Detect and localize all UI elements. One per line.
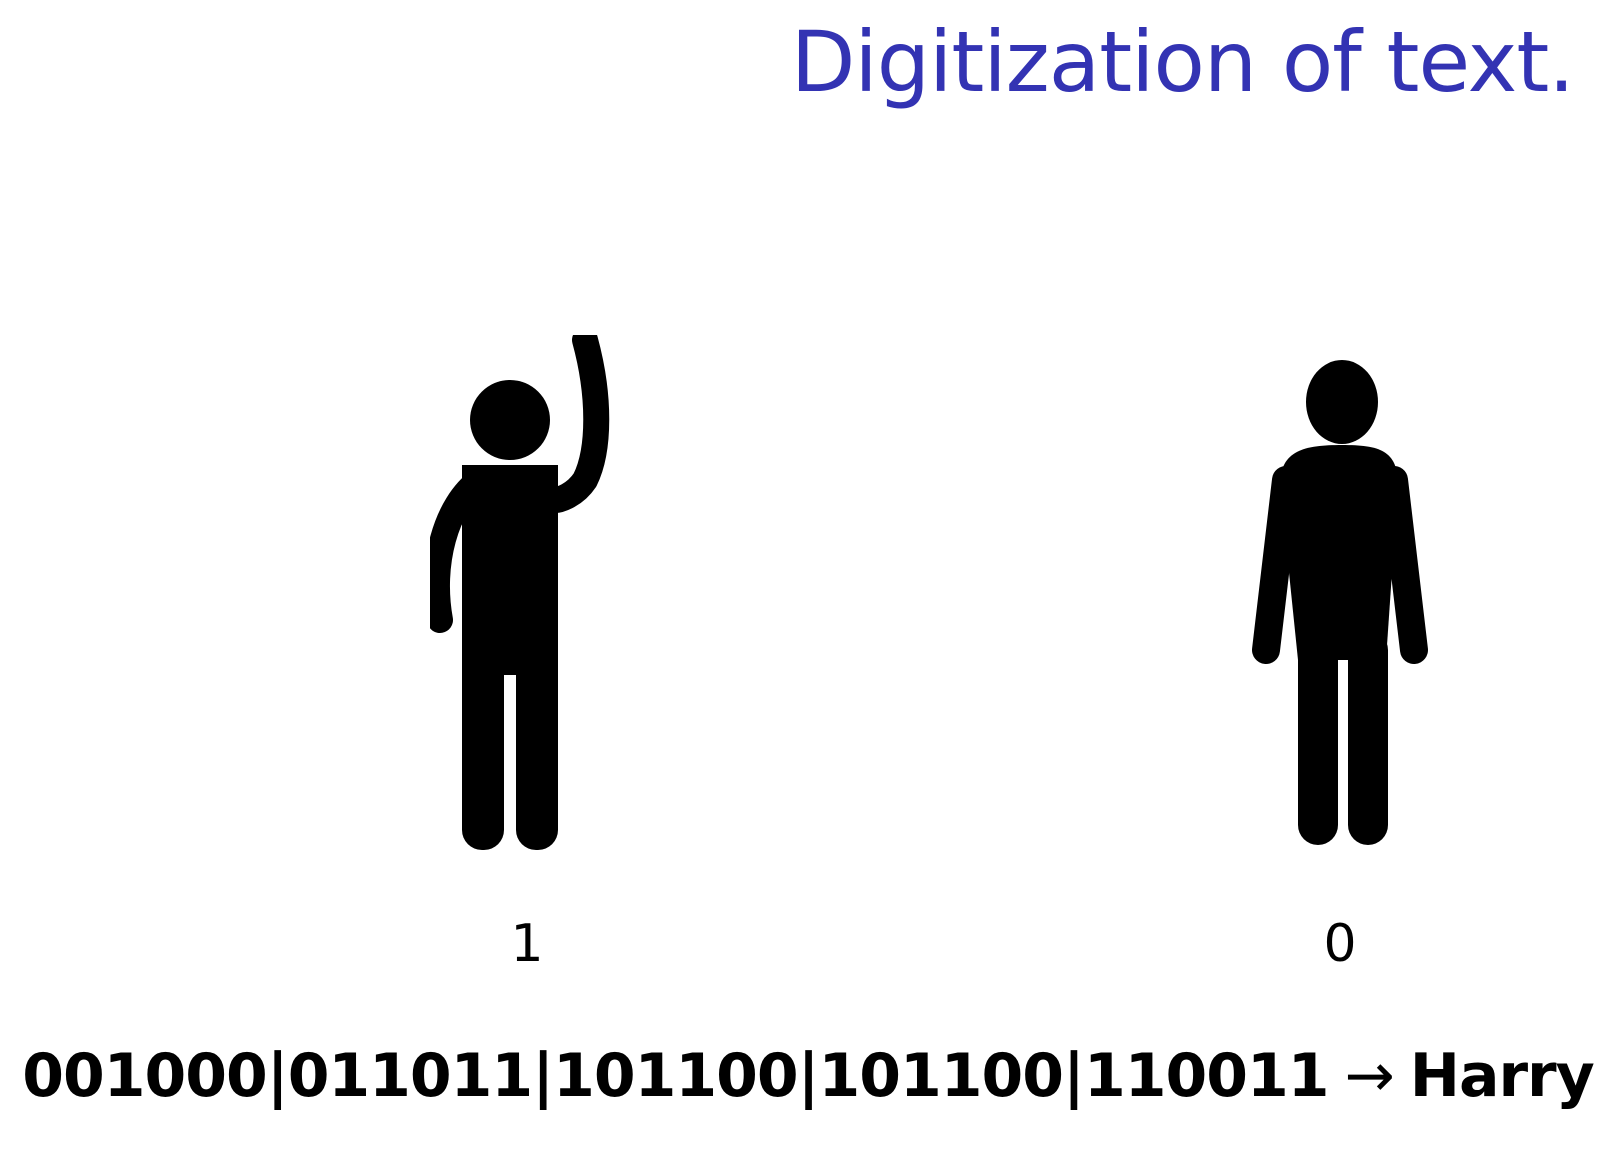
separator: | xyxy=(1063,1041,1085,1111)
person-arm-raised-icon xyxy=(430,335,610,850)
digit-label-one: 1 xyxy=(510,914,544,974)
digit-label-zero: 0 xyxy=(1323,914,1357,974)
slide-title: Digitization of text. xyxy=(790,13,1575,111)
separator: | xyxy=(532,1041,554,1111)
decoded-word: Harry xyxy=(1409,1041,1595,1111)
bit-group: 101100 xyxy=(553,1041,798,1111)
separator: | xyxy=(797,1041,820,1111)
right-arrow-icon: → xyxy=(1344,1041,1394,1111)
bit-group: 110011 xyxy=(1083,1041,1329,1111)
separator: | xyxy=(266,1041,289,1111)
bit-group: 101100 xyxy=(818,1041,1064,1111)
bit-group: 001000 xyxy=(22,1041,267,1111)
binary-encoding-line: 001000|011011|101100|101100|110011 → Harry xyxy=(0,1040,1616,1112)
person-standing-icon xyxy=(1252,360,1428,845)
bit-group: 011011 xyxy=(287,1041,533,1111)
